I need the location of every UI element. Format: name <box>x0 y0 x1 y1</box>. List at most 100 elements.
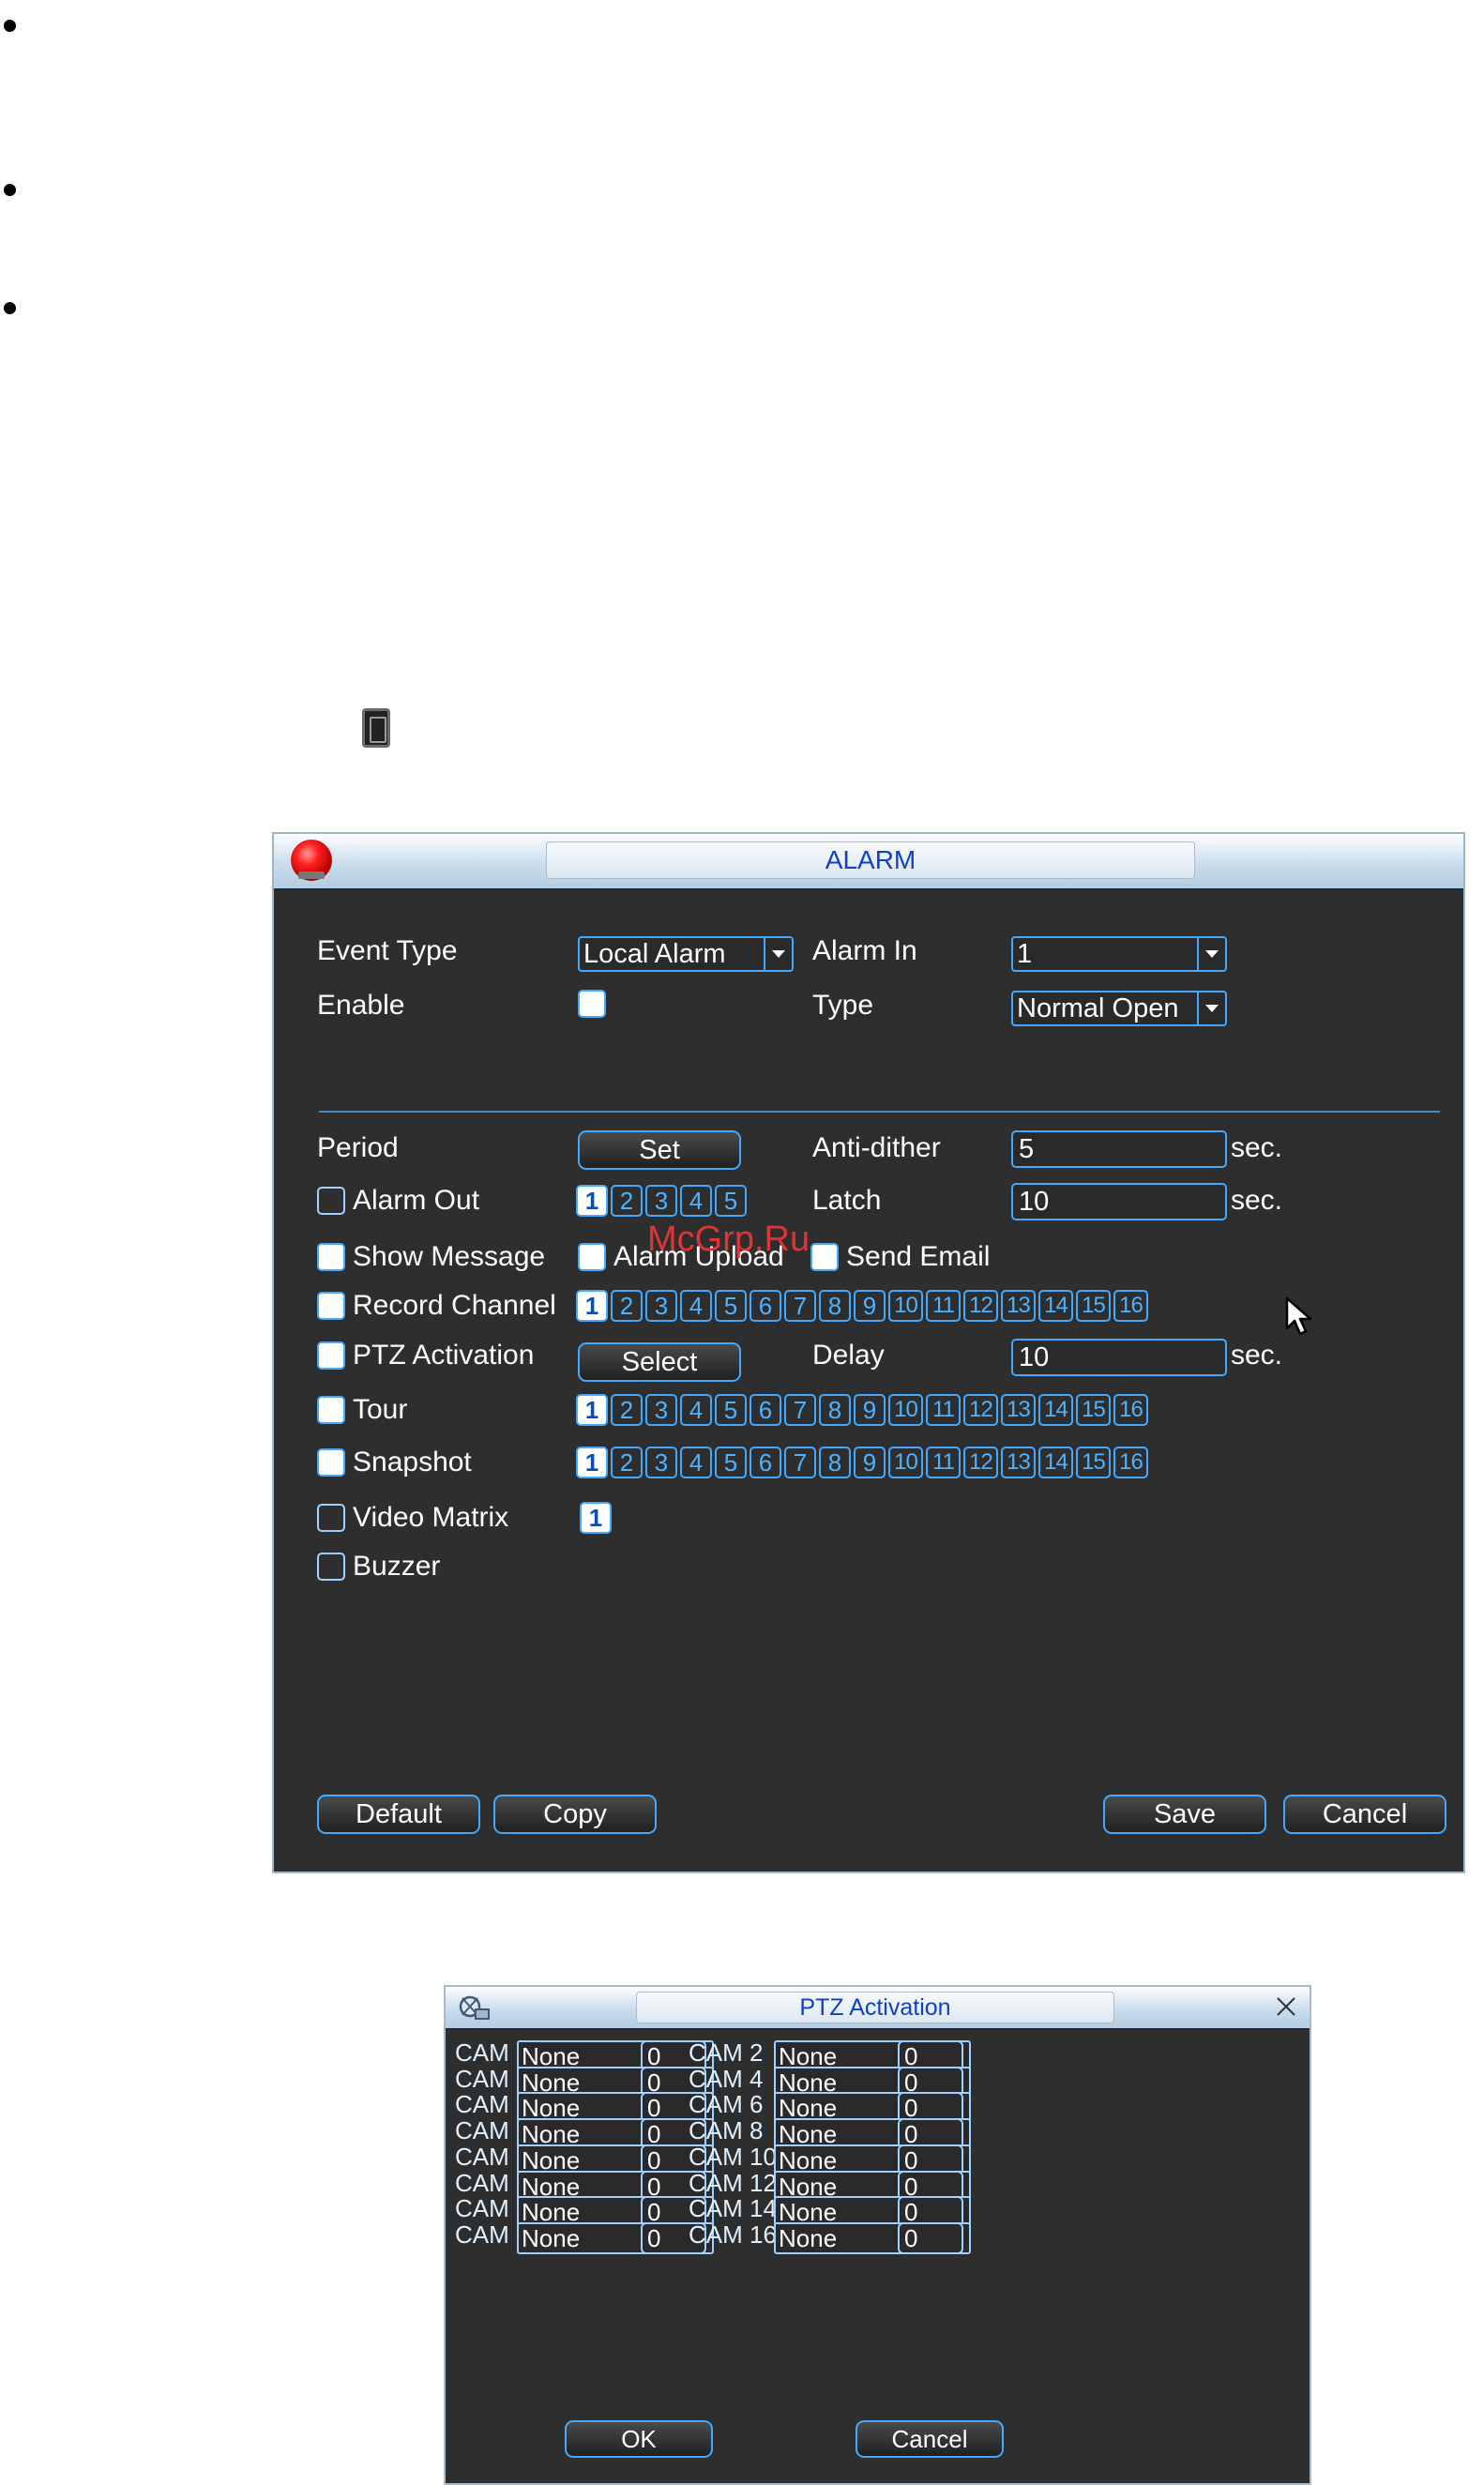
channel-1-toggle[interactable]: 1 <box>576 1447 608 1478</box>
enable-checkbox[interactable] <box>578 990 606 1018</box>
channel-3-toggle[interactable]: 3 <box>645 1394 677 1426</box>
channel-10-toggle[interactable]: 10 <box>888 1394 923 1426</box>
channel-15-toggle[interactable]: 15 <box>1076 1447 1111 1478</box>
show-message-label: Show Message <box>353 1241 546 1272</box>
channel-6-toggle[interactable]: 6 <box>750 1447 781 1478</box>
show-message-checkbox[interactable] <box>317 1243 345 1271</box>
channel-14-toggle[interactable]: 14 <box>1038 1394 1073 1426</box>
alarm-out-checkbox[interactable] <box>317 1187 345 1215</box>
channel-5-toggle[interactable]: 5 <box>715 1185 747 1217</box>
cancel-button[interactable]: Cancel <box>1283 1795 1446 1834</box>
channel-2-toggle[interactable]: 2 <box>611 1394 643 1426</box>
channel-8-toggle[interactable]: 8 <box>819 1394 851 1426</box>
channel-1-toggle[interactable]: 1 <box>580 1502 612 1534</box>
channel-3-toggle[interactable]: 3 <box>645 1290 677 1322</box>
event-type-value: Local Alarm <box>583 939 726 969</box>
channel-8-toggle[interactable]: 8 <box>819 1447 851 1478</box>
channel-13-toggle[interactable]: 13 <box>1001 1447 1036 1478</box>
close-icon[interactable] <box>1272 1993 1300 2021</box>
channel-4-toggle[interactable]: 4 <box>680 1185 712 1217</box>
channel-5-toggle[interactable]: 5 <box>715 1290 747 1322</box>
channel-4-toggle[interactable]: 4 <box>680 1290 712 1322</box>
chevron-down-icon[interactable] <box>1197 992 1225 1024</box>
channel-16-toggle[interactable]: 16 <box>1113 1290 1148 1322</box>
default-button[interactable]: Default <box>317 1795 480 1834</box>
channel-1-toggle[interactable]: 1 <box>576 1185 608 1217</box>
send-email-checkbox[interactable] <box>810 1243 839 1271</box>
channel-9-toggle[interactable]: 9 <box>854 1290 886 1322</box>
ptz-cam-label: CAM 14 <box>689 2194 777 2223</box>
ptz-cancel-button[interactable]: Cancel <box>856 2420 1004 2458</box>
channel-12-toggle[interactable]: 12 <box>963 1447 998 1478</box>
ptz-activation-label: PTZ Activation <box>353 1340 535 1371</box>
ptz-number-input[interactable]: 0 <box>898 2221 963 2254</box>
ptz-cam-label: CAM 10 <box>689 2142 777 2171</box>
alarm-upload-checkbox[interactable] <box>578 1243 606 1271</box>
channel-13-toggle[interactable]: 13 <box>1001 1394 1036 1426</box>
channel-1-toggle[interactable]: 1 <box>576 1290 608 1322</box>
latch-input[interactable]: 10 <box>1011 1183 1227 1220</box>
save-button[interactable]: Save <box>1103 1795 1266 1834</box>
channel-8-toggle[interactable]: 8 <box>819 1290 851 1322</box>
alarm-in-value: 1 <box>1017 939 1033 969</box>
channel-9-toggle[interactable]: 9 <box>854 1447 886 1478</box>
channel-12-toggle[interactable]: 12 <box>963 1290 998 1322</box>
anti-dither-input[interactable]: 5 <box>1011 1130 1227 1168</box>
channel-11-toggle[interactable]: 11 <box>926 1290 961 1322</box>
record-channel-checkbox[interactable] <box>317 1292 345 1320</box>
channel-4-toggle[interactable]: 4 <box>680 1394 712 1426</box>
ptz-activation-window: PTZ Activation CAM 1 None 0 CAM 2 None 0 CAM 3… <box>444 1985 1311 2485</box>
channel-3-toggle[interactable]: 3 <box>645 1185 677 1217</box>
channel-2-toggle[interactable]: 2 <box>611 1447 643 1478</box>
event-type-dropdown[interactable]: Local Alarm <box>578 936 794 972</box>
send-email-label: Send Email <box>846 1241 991 1272</box>
channel-5-toggle[interactable]: 5 <box>715 1394 747 1426</box>
chevron-down-icon[interactable] <box>764 938 792 970</box>
channel-14-toggle[interactable]: 14 <box>1038 1447 1073 1478</box>
ptz-title: PTZ Activation <box>636 1992 1114 2023</box>
channel-2-toggle[interactable]: 2 <box>611 1185 643 1217</box>
channel-4-toggle[interactable]: 4 <box>680 1447 712 1478</box>
select-button[interactable]: Select <box>578 1342 741 1382</box>
channel-16-toggle[interactable]: 16 <box>1113 1394 1148 1426</box>
delay-unit: sec. <box>1231 1340 1283 1371</box>
tour-channels: 1 2 3 4 5 6 7 8 9 10 11 12 13 14 15 16 <box>576 1394 1148 1426</box>
channel-6-toggle[interactable]: 6 <box>750 1394 781 1426</box>
buzzer-checkbox[interactable] <box>317 1553 345 1581</box>
channel-13-toggle[interactable]: 13 <box>1001 1290 1036 1322</box>
copy-button[interactable]: Copy <box>493 1795 657 1834</box>
channel-15-toggle[interactable]: 15 <box>1076 1290 1111 1322</box>
alarm-in-dropdown[interactable]: 1 <box>1011 936 1227 972</box>
device-icon <box>362 708 390 748</box>
channel-2-toggle[interactable]: 2 <box>611 1290 643 1322</box>
bullet-2 <box>4 184 16 196</box>
channel-7-toggle[interactable]: 7 <box>784 1394 816 1426</box>
channel-7-toggle[interactable]: 7 <box>784 1447 816 1478</box>
channel-14-toggle[interactable]: 14 <box>1038 1290 1073 1322</box>
channel-6-toggle[interactable]: 6 <box>750 1290 781 1322</box>
snapshot-checkbox[interactable] <box>317 1448 345 1477</box>
channel-9-toggle[interactable]: 9 <box>854 1394 886 1426</box>
delay-input[interactable]: 10 <box>1011 1339 1227 1376</box>
channel-10-toggle[interactable]: 10 <box>888 1447 923 1478</box>
latch-unit: sec. <box>1231 1185 1283 1216</box>
channel-11-toggle[interactable]: 11 <box>926 1447 961 1478</box>
channel-5-toggle[interactable]: 5 <box>715 1447 747 1478</box>
channel-1-toggle[interactable]: 1 <box>576 1394 608 1426</box>
set-button[interactable]: Set <box>578 1130 741 1170</box>
channel-16-toggle[interactable]: 16 <box>1113 1447 1148 1478</box>
channel-3-toggle[interactable]: 3 <box>645 1447 677 1478</box>
channel-7-toggle[interactable]: 7 <box>784 1290 816 1322</box>
video-matrix-checkbox[interactable] <box>317 1504 345 1532</box>
type-label: Type <box>812 990 874 1021</box>
tour-checkbox[interactable] <box>317 1396 345 1424</box>
channel-11-toggle[interactable]: 11 <box>926 1394 961 1426</box>
ptz-activation-checkbox[interactable] <box>317 1341 345 1370</box>
ptz-ok-button[interactable]: OK <box>565 2420 713 2458</box>
channel-12-toggle[interactable]: 12 <box>963 1394 998 1426</box>
type-dropdown[interactable]: Normal Open <box>1011 991 1227 1026</box>
channel-10-toggle[interactable]: 10 <box>888 1290 923 1322</box>
chevron-down-icon[interactable] <box>1197 938 1225 970</box>
anti-dither-unit: sec. <box>1231 1132 1283 1163</box>
channel-15-toggle[interactable]: 15 <box>1076 1394 1111 1426</box>
